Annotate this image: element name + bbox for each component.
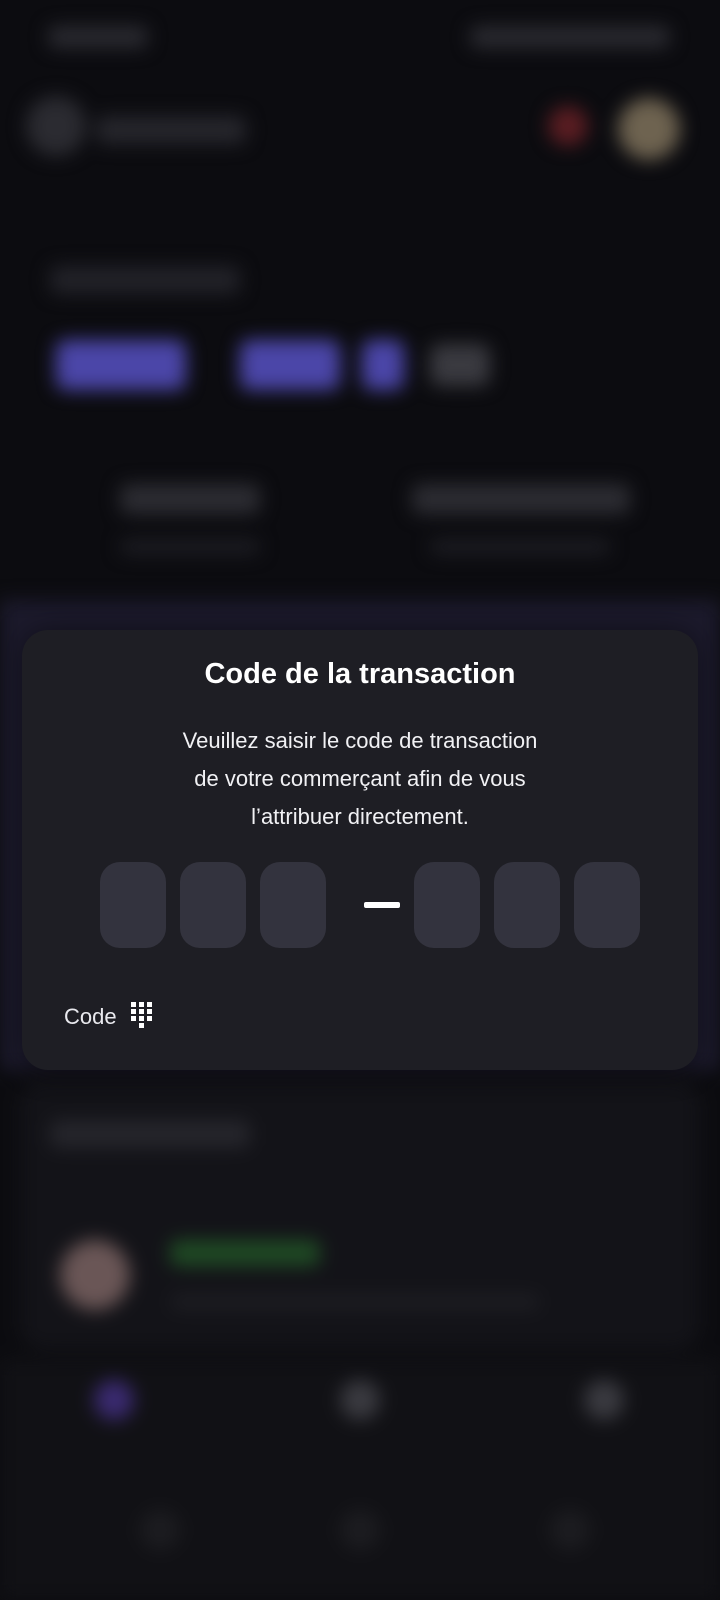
dialog-title: Code de la transaction [204,658,516,690]
status-bar [0,0,720,80]
background-card [20,1080,700,1350]
description-line: de votre commerçant afin de vous [194,766,526,791]
code-digit-1[interactable] [100,862,166,948]
avatar [618,98,680,160]
input-mode-label: Code [64,1004,117,1029]
code-digit-2[interactable] [180,862,246,948]
description-line: Veuillez saisir le code de transaction [182,728,538,753]
code-digit-5[interactable] [494,862,560,948]
transaction-code-dialog: Code de la transaction Veuillez saisir l… [22,630,698,1070]
input-mode-toggle[interactable]: Code [64,1000,153,1034]
description-line: l’attribuer directement. [251,804,469,829]
code-separator [364,902,400,908]
transaction-code-input [100,862,640,948]
dialog-description: Veuillez saisir le code de transaction d… [132,722,588,836]
app-screen: Code de la transaction Veuillez saisir l… [0,0,720,1600]
code-digit-3[interactable] [260,862,326,948]
code-digit-6[interactable] [574,862,640,948]
code-digit-4[interactable] [414,862,480,948]
background-nav [0,1360,720,1600]
logo-icon [26,96,86,156]
notification-icon [548,106,588,146]
dialpad-icon [130,1002,153,1032]
